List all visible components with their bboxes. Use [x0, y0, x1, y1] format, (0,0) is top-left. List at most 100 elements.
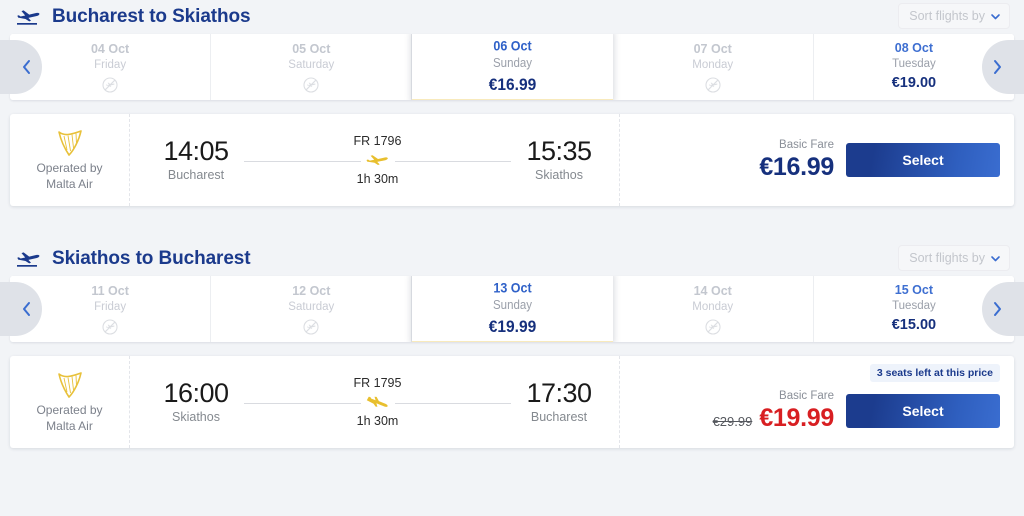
section-title-group: Skiathos to Bucharest	[16, 248, 251, 270]
date-label: 07 Oct	[693, 41, 732, 56]
ryanair-harp-logo	[55, 129, 85, 157]
date-price: €16.99	[488, 75, 537, 95]
departure-endpoint: 16:00 Skiathos	[148, 378, 244, 426]
date-strip-outbound: 04 Oct Friday 05 Oct Saturday 06 Oct Sun…	[0, 34, 1024, 100]
no-flight-icon	[303, 76, 319, 93]
fare-price: €16.99	[759, 153, 834, 181]
date-cell[interactable]: 05 Oct Saturday	[211, 34, 413, 100]
chevron-right-icon	[991, 300, 1004, 318]
flight-search-results-page: Bucharest to Skiathos Sort flights by 04…	[0, 0, 1024, 516]
fare-price: €19.99	[759, 404, 834, 432]
day-label: Friday	[94, 300, 127, 313]
date-strip-inbound: 11 Oct Friday 12 Oct Saturday 13 Oct Sun…	[0, 276, 1024, 342]
arrival-endpoint: 17:30 Bucharest	[511, 378, 607, 426]
inbound-section: Skiathos to Bucharest Sort flights by 11…	[0, 242, 1024, 448]
day-label: Monday	[692, 300, 734, 313]
arrival-city: Skiathos	[535, 168, 583, 182]
flight-number: FR 1795	[353, 376, 402, 390]
operator-column: Operated by Malta Air	[10, 356, 130, 448]
route-line-left	[244, 402, 361, 404]
flight-card: Operated by Malta Air 14:05 Bucharest FR…	[10, 114, 1014, 206]
section-header-outbound: Bucharest to Skiathos Sort flights by	[0, 0, 1024, 34]
operated-by-label: Operated by	[36, 402, 103, 417]
route-line	[244, 395, 511, 411]
date-label: 11 Oct	[91, 283, 129, 298]
fare-type-label: Basic Fare	[779, 139, 834, 151]
date-label: 08 Oct	[894, 41, 934, 55]
fare-price-row: €16.99	[759, 153, 834, 182]
route-line-right	[394, 160, 511, 162]
flight-duration: 1h 30m	[356, 172, 399, 186]
plane-icon	[365, 154, 391, 168]
fare-block: Basic Fare €29.99 €19.99	[712, 389, 835, 433]
sort-flights-dropdown[interactable]: Sort flights by	[898, 3, 1010, 29]
day-label: Sunday	[493, 299, 533, 313]
no-flight-icon	[705, 76, 721, 93]
operator-name: Malta Air	[46, 418, 93, 433]
route-column: 14:05 Bucharest FR 1796 1h 30m 15:35 Ski…	[130, 114, 620, 206]
fare-column: 3 seats left at this price Basic Fare €2…	[620, 356, 1014, 448]
takeoff-plane-icon	[16, 8, 42, 26]
date-price: €19.00	[891, 75, 937, 91]
date-price: €19.99	[488, 317, 537, 337]
operator-name: Malta Air	[46, 176, 93, 191]
no-flight-icon	[303, 318, 319, 335]
no-flight-icon	[102, 76, 118, 93]
date-label: 15 Oct	[894, 283, 934, 297]
fare-price-row: €29.99 €19.99	[712, 404, 835, 433]
date-cell-selected[interactable]: 13 Oct Sunday €19.99	[412, 276, 613, 342]
arrival-time: 15:35	[526, 136, 592, 166]
select-button[interactable]: Select	[846, 394, 1000, 428]
landing-plane-icon	[365, 396, 391, 410]
operator-column: Operated by Malta Air	[10, 114, 130, 206]
fare-column: Basic Fare €16.99 Select	[620, 114, 1014, 206]
route-middle: FR 1795 1h 30m	[244, 375, 511, 429]
flight-number: FR 1796	[353, 134, 402, 148]
departure-time: 14:05	[163, 136, 229, 166]
day-label: Saturday	[288, 300, 335, 313]
date-cell[interactable]: 12 Oct Saturday	[211, 276, 413, 342]
route-line-left	[244, 160, 361, 162]
arrival-time: 17:30	[526, 378, 592, 408]
no-flight-icon	[705, 318, 721, 335]
chevron-left-icon	[20, 58, 33, 76]
fare-block: Basic Fare €16.99	[759, 138, 834, 182]
section-header-inbound: Skiathos to Bucharest Sort flights by	[0, 242, 1024, 276]
date-label: 14 Oct	[693, 283, 732, 298]
date-price: €15.00	[891, 317, 937, 333]
page-title: Bucharest to Skiathos	[52, 6, 251, 27]
fare-type-label: Basic Fare	[779, 390, 834, 402]
departure-city: Skiathos	[172, 410, 220, 424]
date-cell-selected[interactable]: 06 Oct Sunday €16.99	[412, 34, 613, 100]
day-label: Sunday	[493, 57, 533, 71]
sort-flights-dropdown[interactable]: Sort flights by	[898, 245, 1010, 271]
arrival-endpoint: 15:35 Skiathos	[511, 136, 607, 184]
chevron-right-icon	[991, 58, 1004, 76]
route-column: 16:00 Skiathos FR 1795 1h 30m 17:30 Buch…	[130, 356, 620, 448]
fare-original-price: €29.99	[712, 414, 753, 429]
sort-flights-label: Sort flights by	[909, 251, 985, 265]
day-label: Tuesday	[892, 58, 936, 70]
chevron-left-icon	[20, 300, 33, 318]
day-label: Friday	[94, 58, 127, 71]
day-label: Saturday	[288, 58, 335, 71]
departure-city: Bucharest	[167, 168, 225, 182]
day-label: Monday	[692, 58, 734, 71]
departure-time: 16:00	[163, 378, 229, 408]
date-cell[interactable]: 07 Oct Monday	[612, 34, 814, 100]
departure-endpoint: 14:05 Bucharest	[148, 136, 244, 184]
date-label: 13 Oct	[493, 280, 532, 296]
route-line-right	[394, 402, 511, 404]
section-title-group: Bucharest to Skiathos	[16, 6, 251, 28]
date-label: 05 Oct	[292, 41, 331, 56]
arrival-city: Bucharest	[530, 410, 588, 424]
no-flight-icon	[102, 318, 118, 335]
takeoff-plane-icon	[16, 250, 42, 268]
date-cell[interactable]: 14 Oct Monday	[612, 276, 814, 342]
flight-duration: 1h 30m	[356, 414, 399, 428]
day-label: Tuesday	[892, 300, 936, 312]
route-middle: FR 1796 1h 30m	[244, 133, 511, 187]
chevron-down-icon	[990, 11, 1001, 22]
ryanair-harp-logo	[55, 371, 85, 399]
select-button[interactable]: Select	[846, 143, 1000, 177]
